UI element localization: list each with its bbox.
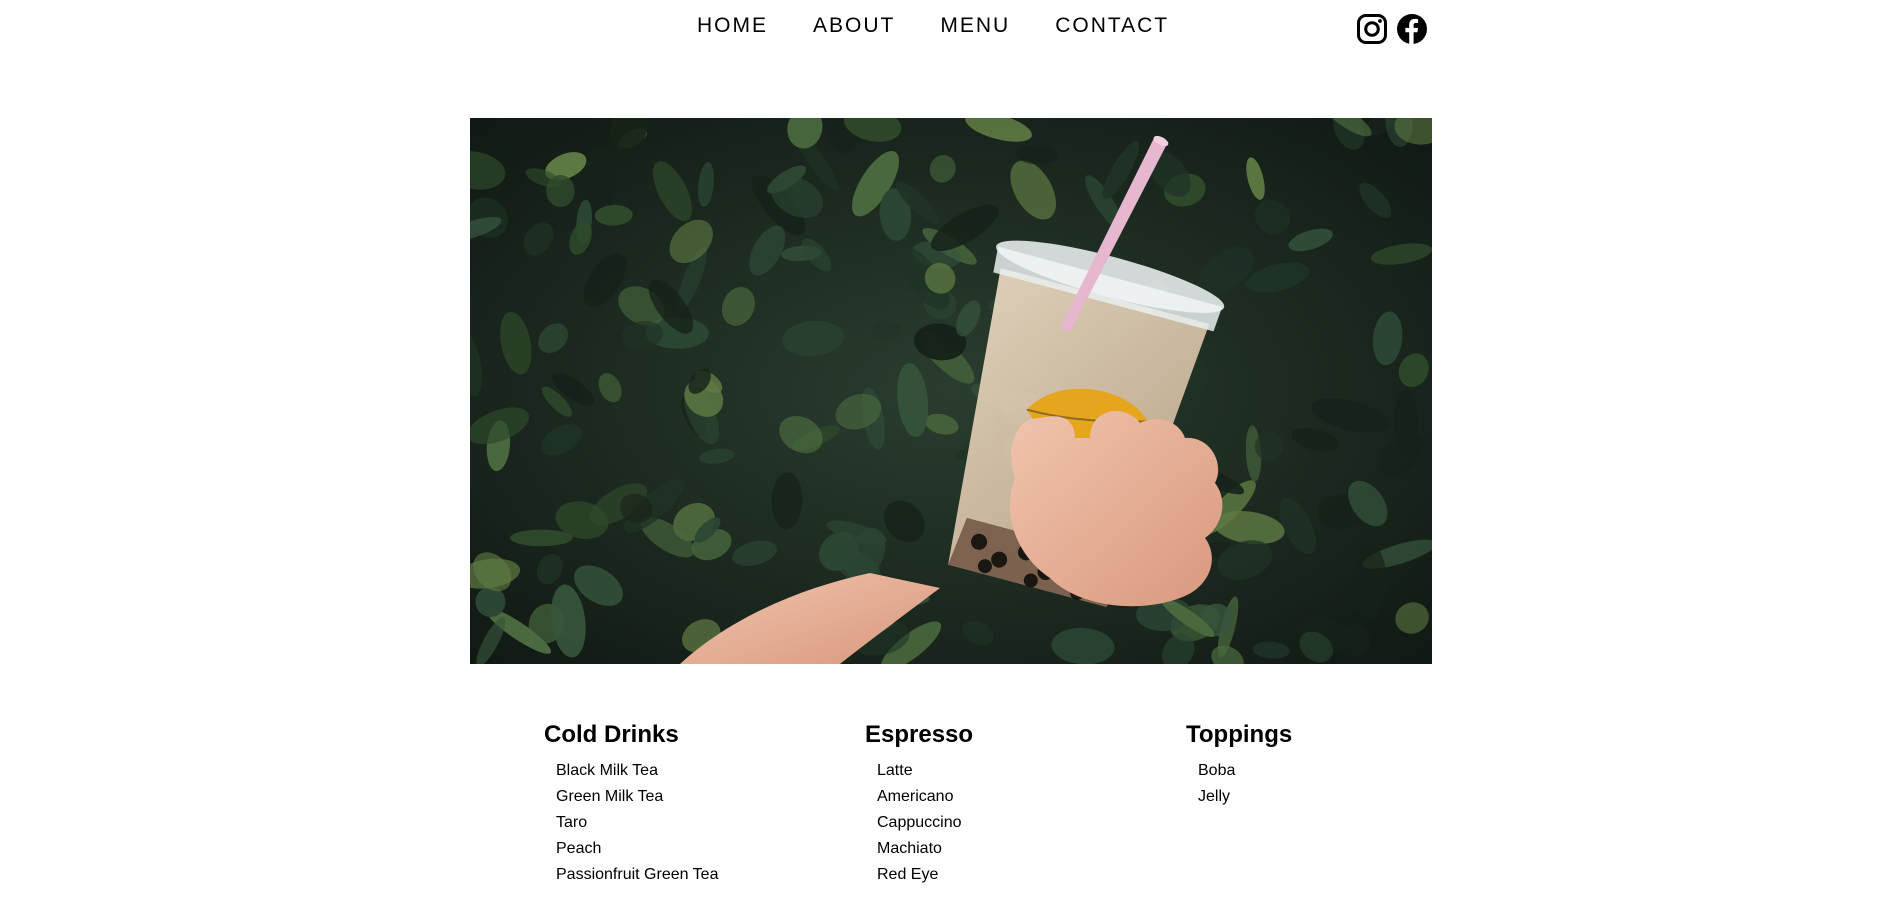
menu-item: Peach bbox=[556, 840, 602, 857]
nav-links: HOME ABOUT MENU CONTACT bbox=[697, 13, 1169, 39]
social-links bbox=[1356, 13, 1428, 45]
menu-item: Jelly bbox=[1198, 788, 1231, 805]
nav-link-menu[interactable]: MENU bbox=[940, 13, 1010, 39]
menu-list: Latte Americano Cappuccino Machiato Red … bbox=[865, 758, 973, 888]
menu-item: Red Eye bbox=[877, 866, 939, 883]
top-nav: HOME ABOUT MENU CONTACT bbox=[0, 13, 1897, 45]
bubble-tea-photo bbox=[470, 118, 1432, 664]
menu-heading: Cold Drinks bbox=[544, 721, 679, 748]
instagram-link[interactable] bbox=[1356, 13, 1388, 45]
page: HOME ABOUT MENU CONTACT Cold Drinks Blac… bbox=[0, 0, 1897, 923]
menu-item: Latte bbox=[877, 762, 913, 779]
instagram-icon bbox=[1357, 14, 1387, 44]
menu-item: Black Milk Tea bbox=[556, 762, 658, 779]
nav-link-about[interactable]: ABOUT bbox=[813, 13, 895, 39]
leaf bbox=[510, 529, 573, 547]
facebook-link[interactable] bbox=[1396, 13, 1428, 45]
menu-item: Boba bbox=[1198, 762, 1236, 779]
hero-image bbox=[470, 118, 1432, 664]
menu-item: Americano bbox=[877, 788, 954, 805]
facebook-icon bbox=[1397, 14, 1427, 44]
menu-column-espresso: Espresso Latte Americano Cappuccino Mach… bbox=[865, 720, 973, 888]
menu-list: Black Milk Tea Green Milk Tea Taro Peach… bbox=[544, 758, 718, 888]
menu-heading: Toppings bbox=[1186, 721, 1293, 748]
menu-item: Cappuccino bbox=[877, 814, 962, 831]
menu-item: Passionfruit Green Tea bbox=[556, 866, 719, 883]
menu-column-cold-drinks: Cold Drinks Black Milk Tea Green Milk Te… bbox=[544, 720, 718, 888]
menu-item: Machiato bbox=[877, 840, 942, 857]
menu-item: Taro bbox=[556, 814, 588, 831]
nav-link-home[interactable]: HOME bbox=[697, 13, 768, 39]
menu-heading: Espresso bbox=[865, 721, 974, 748]
nav-link-contact[interactable]: CONTACT bbox=[1055, 13, 1169, 39]
menu-item: Green Milk Tea bbox=[556, 788, 664, 805]
menu-list: Boba Jelly bbox=[1186, 758, 1292, 810]
menu-column-toppings: Toppings Boba Jelly bbox=[1186, 720, 1292, 810]
